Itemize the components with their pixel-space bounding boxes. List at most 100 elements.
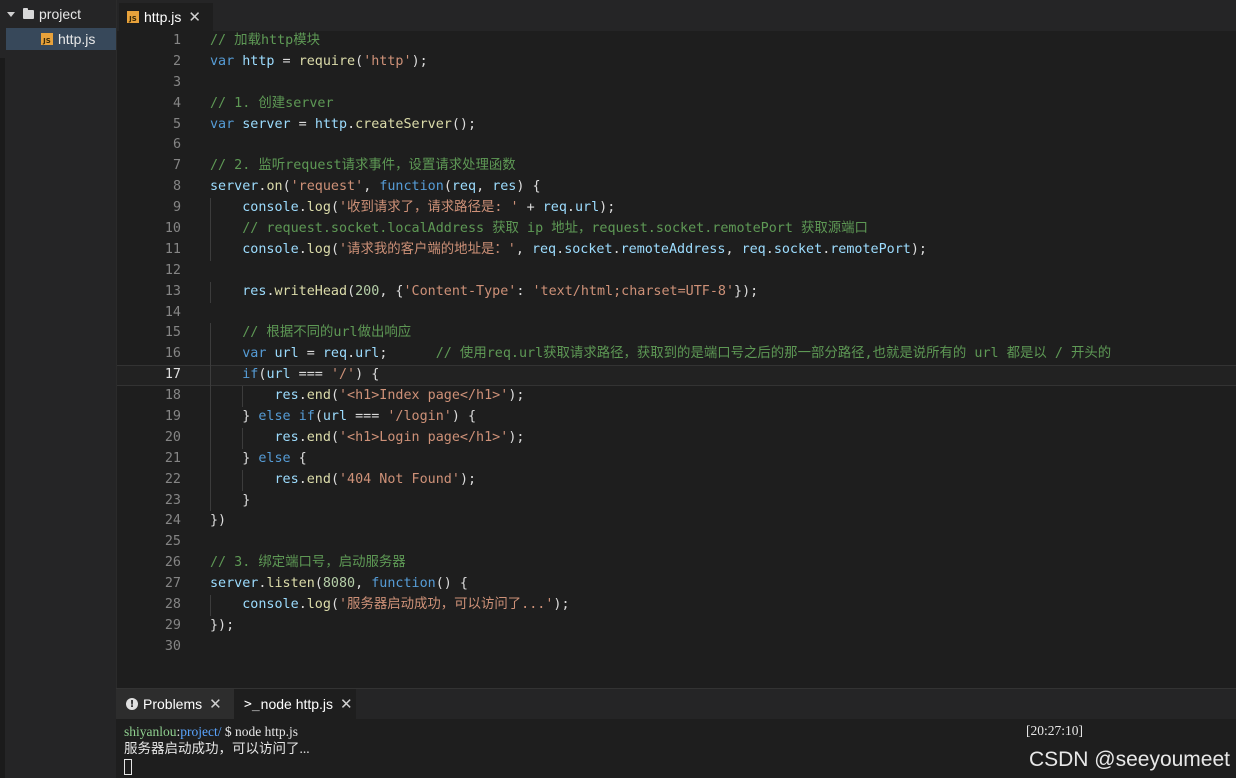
line-number: 6 [172,137,181,153]
code-line[interactable]: 5 var server = http.createServer(); [117,115,1236,136]
tree-folder-project[interactable]: project [0,3,116,25]
line-number: 12 [164,262,181,278]
js-file-icon: JS [41,33,53,45]
close-icon[interactable]: ✕ [340,695,353,713]
code-line[interactable]: 13 res.writeHead(200, {'Content-Type': '… [117,281,1236,303]
code-line[interactable]: 1 // 加载http模块 [117,31,1236,52]
code-text: } else if(url === '/login') { [210,409,477,425]
file-explorer-sidebar: project JS http.js [0,0,116,778]
tab-problems-label: Problems [143,696,203,712]
code-text: res.end('<h1>Login page</h1>'); [274,429,525,445]
code-text: } [210,492,251,508]
line-number: 9 [172,200,181,216]
code-line[interactable]: 10 // request.socket.localAddress 获取 ip … [117,219,1236,240]
code-line[interactable]: 14 [117,303,1236,324]
terminal-icon: >_ [244,696,260,712]
terminal-output-line: 服务器启动成功，可以访问了... [124,741,310,756]
line-number: 20 [164,429,181,445]
code-text: server.on('request', function(req, res) … [210,179,541,195]
terminal-command: $ node http.js [221,724,298,739]
terminal-user: shiyanlou [124,724,177,739]
tab-http-js[interactable]: JS http.js ✕ [119,3,213,31]
line-number: 15 [164,325,181,341]
code-text: // 根据不同的url做出响应 [242,325,412,341]
code-line[interactable]: 18 res.end('<h1>Index page</h1>'); [117,386,1236,408]
code-text: var server = http.createServer(); [210,116,477,132]
info-icon: ! [126,698,138,710]
line-number: 26 [164,555,181,571]
line-number: 22 [164,471,181,487]
code-text: res.end('404 Not Found'); [274,471,477,487]
code-line[interactable]: 12 [117,261,1236,282]
tree-file-http-js[interactable]: JS http.js [6,28,116,50]
terminal-prompt-line: shiyanlou:project/ $ node http.js [124,723,298,740]
code-text: res.writeHead(200, {'Content-Type': 'tex… [242,283,759,299]
caret-down-icon[interactable] [7,11,15,17]
code-line[interactable]: 17 if(url === '/') { [117,365,1236,387]
line-number: 17 [164,367,181,383]
code-text: console.log('收到请求了，请求路径是: ' + req.url); [242,200,616,216]
code-text: // 3. 绑定端口号，启动服务器 [210,555,406,571]
code-text: var http = require('http'); [210,53,428,69]
line-number: 21 [164,450,181,466]
code-line[interactable]: 11 console.log('请求我的客户端的地址是：', req.socke… [117,239,1236,261]
file-label: http.js [58,31,96,47]
close-icon[interactable]: ✕ [188,8,201,26]
code-line[interactable]: 6 [117,135,1236,156]
code-text: console.log('服务器启动成功，可以访问了...'); [242,597,570,613]
tab-problems[interactable]: ! Problems ✕ [116,689,234,719]
line-number: 29 [164,617,181,633]
code-area[interactable]: 1 // 加载http模块 2 var http = require('http');… [117,31,1236,658]
code-text: res.end('<h1>Index page</h1>'); [274,388,525,404]
line-number: 23 [164,492,181,508]
code-line[interactable]: 26 // 3. 绑定端口号，启动服务器 [117,553,1236,574]
code-line[interactable]: 2 var http = require('http'); [117,52,1236,73]
editor-tab-bar: JS http.js ✕ [117,0,1236,31]
code-line[interactable]: 4 // 1. 创建server [117,94,1236,115]
code-line[interactable]: 8 server.on('request', function(req, res)… [117,177,1236,198]
code-line[interactable]: 16 var url = req.url; // 使用req.url获取请求路径… [117,344,1236,366]
line-number: 16 [164,346,181,362]
code-line[interactable]: 7 // 2. 监听request请求事件，设置请求处理函数 [117,156,1236,177]
code-line[interactable]: 19 } else if(url === '/login') { [117,407,1236,428]
code-text: }); [210,617,235,633]
tab-terminal[interactable]: >_ node http.js ✕ [234,689,356,719]
line-number: 1 [172,33,181,48]
folder-label: project [39,6,82,22]
code-line[interactable]: 23 } [117,490,1236,512]
line-number: 27 [164,576,181,592]
code-line[interactable]: 24}) [117,511,1236,532]
terminal-dir: project/ [180,724,222,739]
line-number: 14 [164,304,181,320]
code-line[interactable]: 27 server.listen(8080, function() { [117,574,1236,595]
panel-tab-bar: ! Problems ✕ >_ node http.js ✕ [116,689,1236,719]
watermark: CSDN @seeyoumeet [1028,748,1230,771]
code-text: // 加载http模块 [210,33,320,48]
code-line[interactable]: 25 [117,532,1236,553]
code-line[interactable]: 3 [117,73,1236,94]
code-line[interactable]: 30 [117,637,1236,658]
folder-icon [23,7,34,19]
line-number: 24 [164,513,181,529]
code-text: // 2. 监听request请求事件，设置请求处理函数 [210,158,516,174]
line-number: 11 [164,241,181,257]
code-text: server.listen(8080, function() { [210,576,468,592]
code-line[interactable]: 21 } else { [117,448,1236,470]
code-line[interactable]: 28 console.log('服务器启动成功，可以访问了...'); [117,595,1236,616]
close-icon[interactable]: ✕ [209,695,222,713]
code-line[interactable]: 9 console.log('收到请求了，请求路径是: ' + req.url)… [117,198,1236,220]
code-text: // request.socket.localAddress 获取 ip 地址，… [242,221,868,237]
line-number: 28 [164,597,181,613]
code-line[interactable]: 20 res.end('<h1>Login page</h1>'); [117,427,1236,449]
line-number: 4 [172,95,181,111]
line-number: 8 [172,179,181,195]
code-line[interactable]: 29}); [117,616,1236,637]
code-editor[interactable]: JS http.js ✕ 1 // 加载http模块 2 var http = req… [116,0,1236,688]
code-line[interactable]: 15 // 根据不同的url做出响应 [117,323,1236,345]
terminal-cursor [124,759,132,775]
line-number: 2 [172,53,181,69]
line-number: 3 [172,74,181,90]
line-number: 19 [164,409,181,425]
terminal-timestamp: [20:27:10] [1026,723,1083,738]
code-line[interactable]: 22 res.end('404 Not Found'); [117,469,1236,491]
